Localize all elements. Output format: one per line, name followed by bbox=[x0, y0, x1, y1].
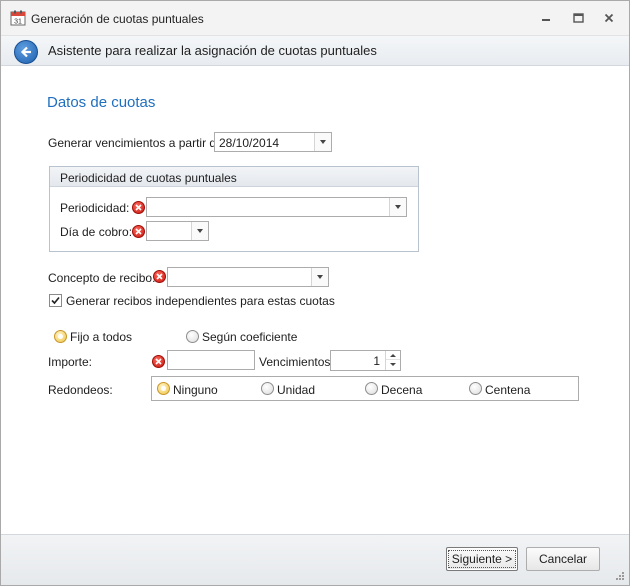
chevron-down-icon bbox=[317, 275, 323, 279]
concepto-dropdown-button[interactable] bbox=[311, 268, 328, 286]
chevron-down-icon bbox=[390, 363, 396, 366]
dia-cobro-dropdown-button[interactable] bbox=[191, 222, 208, 240]
error-icon bbox=[152, 355, 165, 368]
title-bar: 31 Generación de cuotas puntuales bbox=[1, 1, 629, 36]
wizard-footer: Siguiente > Cancelar bbox=[1, 534, 629, 585]
minimize-button[interactable] bbox=[535, 9, 557, 27]
chevron-down-icon bbox=[197, 229, 203, 233]
arrow-left-icon bbox=[20, 46, 31, 58]
checkmark-icon bbox=[51, 296, 60, 305]
section-title: Datos de cuotas bbox=[47, 94, 156, 111]
next-button-label: Siguiente > bbox=[447, 550, 517, 568]
periodicidad-label: Periodicidad: bbox=[60, 201, 130, 215]
chevron-down-icon bbox=[395, 205, 401, 209]
chevron-down-icon bbox=[320, 140, 326, 144]
error-icon bbox=[132, 225, 145, 238]
radio-segun-coeficiente[interactable] bbox=[186, 330, 199, 343]
resize-grip-icon[interactable] bbox=[615, 571, 625, 581]
close-icon bbox=[604, 13, 614, 23]
cancel-button[interactable]: Cancelar bbox=[526, 547, 600, 571]
fijo-a-todos-label: Fijo a todos bbox=[70, 330, 133, 344]
wizard-step-title: Asistente para realizar la asignación de… bbox=[48, 43, 377, 58]
importe-input[interactable] bbox=[167, 350, 255, 370]
error-icon bbox=[153, 270, 166, 283]
wizard-header: Asistente para realizar la asignación de… bbox=[1, 36, 629, 66]
radio-redondeo-unidad[interactable] bbox=[261, 382, 274, 395]
dia-cobro-label: Día de cobro: bbox=[60, 225, 133, 239]
vencimientos-date-value: 28/10/2014 bbox=[219, 136, 280, 150]
spin-down-button[interactable] bbox=[386, 360, 400, 369]
redondeos-label: Redondeos: bbox=[48, 383, 113, 397]
minimize-icon bbox=[542, 19, 550, 21]
independientes-label: Generar recibos independientes para esta… bbox=[66, 294, 335, 308]
back-button[interactable] bbox=[14, 40, 38, 64]
next-button[interactable]: Siguiente > bbox=[446, 547, 518, 571]
concepto-label: Concepto de recibo: bbox=[48, 271, 156, 285]
svg-text:31: 31 bbox=[14, 19, 22, 26]
independientes-checkbox[interactable] bbox=[49, 294, 62, 307]
periodicidad-combo[interactable] bbox=[146, 197, 407, 217]
groupbox-header: Periodicidad de cuotas puntuales bbox=[50, 167, 418, 187]
chevron-up-icon bbox=[390, 353, 396, 357]
redondeo-centena-label: Centena bbox=[485, 383, 531, 397]
periodicidad-dropdown-button[interactable] bbox=[389, 198, 406, 216]
vencimientos-date-picker[interactable]: 28/10/2014 bbox=[214, 132, 332, 152]
maximize-icon bbox=[572, 13, 584, 23]
redondeo-unidad-label: Unidad bbox=[277, 383, 316, 397]
num-vencimientos-value: 1 bbox=[373, 354, 380, 368]
num-vencimientos-spinner[interactable]: 1 bbox=[330, 350, 401, 371]
num-vencimientos-label: Vencimientos: bbox=[259, 355, 334, 369]
window-title: Generación de cuotas puntuales bbox=[31, 12, 204, 26]
wizard-window: 31 Generación de cuotas puntuales Asiste… bbox=[0, 0, 630, 586]
concepto-combo[interactable] bbox=[167, 267, 329, 287]
radio-redondeo-ninguno[interactable] bbox=[157, 382, 170, 395]
groupbox-title: Periodicidad de cuotas puntuales bbox=[60, 171, 237, 185]
redondeo-ninguno-label: Ninguno bbox=[173, 383, 218, 397]
segun-coeficiente-label: Según coeficiente bbox=[202, 330, 298, 344]
radio-redondeo-decena[interactable] bbox=[365, 382, 378, 395]
importe-label: Importe: bbox=[48, 355, 93, 369]
cancel-button-label: Cancelar bbox=[538, 552, 588, 566]
radio-redondeo-centena[interactable] bbox=[469, 382, 482, 395]
redondeo-decena-label: Decena bbox=[381, 383, 423, 397]
maximize-button[interactable] bbox=[567, 9, 589, 27]
vencimientos-date-label: Generar vencimientos a partir de: bbox=[48, 136, 227, 150]
dia-cobro-combo[interactable] bbox=[146, 221, 209, 241]
spin-up-button[interactable] bbox=[386, 351, 400, 360]
calendar-icon: 31 bbox=[10, 10, 26, 26]
close-button[interactable] bbox=[598, 9, 620, 27]
radio-fijo-a-todos[interactable] bbox=[54, 330, 67, 343]
date-dropdown-button[interactable] bbox=[314, 133, 331, 151]
error-icon bbox=[132, 201, 145, 214]
